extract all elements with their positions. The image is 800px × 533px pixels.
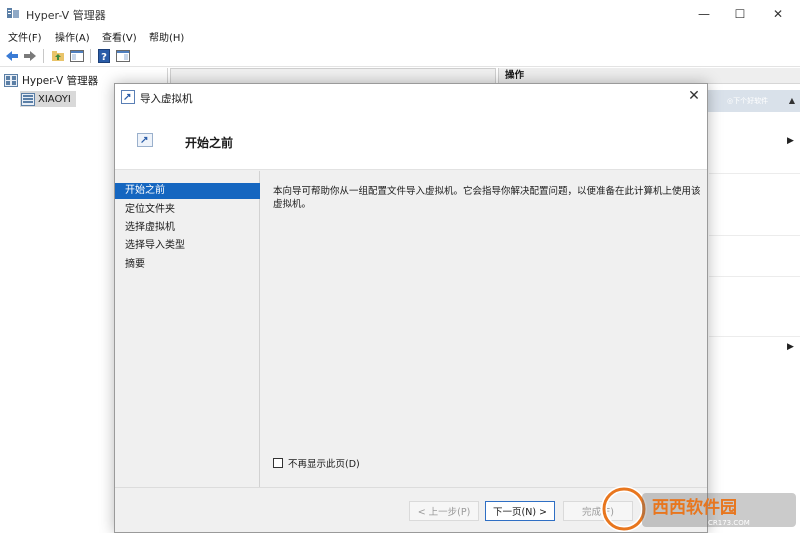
dont-show-again-checkbox[interactable] — [273, 458, 283, 468]
close-icon: ✕ — [772, 6, 784, 21]
tree-item-server[interactable]: XIAOYI — [20, 91, 76, 107]
wizard-steps: 开始之前 定位文件夹 选择虚拟机 选择导入类型 摘要 — [115, 171, 260, 487]
menu-file[interactable]: 文件(F) — [8, 29, 42, 44]
import-vm-icon — [121, 90, 135, 104]
dialog-title-bar: 导入虚拟机 ✕ — [115, 84, 707, 110]
toolbar-separator — [43, 49, 44, 63]
center-pane-header — [170, 68, 496, 84]
forward-button[interactable] — [22, 48, 38, 64]
back-button[interactable] — [4, 48, 20, 64]
toolbar: ? — [0, 45, 800, 67]
help-icon: ? — [98, 49, 110, 63]
wizard-step-select-vm[interactable]: 选择虚拟机 — [115, 220, 260, 236]
toolbar-separator — [90, 49, 91, 63]
wizard-content: 本向导可帮助你从一组配置文件导入虚拟机。它会指导你解决配置问题，以便准备在此计算… — [261, 171, 707, 487]
dont-show-again-option[interactable]: 不再显示此页(D) — [273, 456, 360, 470]
tree-item-hyperv-manager[interactable]: Hyper-V 管理器 — [4, 73, 98, 88]
wizard-step-import-type[interactable]: 选择导入类型 — [115, 238, 260, 254]
tree-child-label: XIAOYI — [38, 93, 71, 105]
wizard-step-before-you-begin[interactable]: 开始之前 — [115, 183, 260, 199]
wizard-step-locate-folder[interactable]: 定位文件夹 — [115, 202, 260, 218]
console-tree-icon — [70, 50, 84, 62]
dont-show-again-label: 不再显示此页(D) — [288, 459, 360, 470]
submenu-arrow-icon[interactable]: ▶ — [787, 342, 794, 352]
back-arrow-icon — [6, 51, 18, 61]
svg-text:?: ? — [101, 52, 107, 63]
actions-header: 操作 — [499, 68, 800, 84]
collapse-caret-icon: ▲ — [788, 96, 795, 105]
menu-help[interactable]: 帮助(H) — [149, 29, 184, 44]
cr173-watermark-logo: 西西软件园 CR173.COM — [601, 486, 796, 532]
title-bar: Hyper-V 管理器 — ☐ ✕ — [0, 0, 800, 27]
wizard-page-title: 开始之前 — [185, 136, 234, 150]
actions-subheader[interactable]: ◎下个好软件 ▲ — [705, 90, 800, 112]
tree-root-label: Hyper-V 管理器 — [22, 75, 99, 87]
divider — [709, 336, 800, 337]
import-vm-dialog: 导入虚拟机 ✕ 开始之前 开始之前 定位文件夹 选择虚拟机 选择导入类型 摘要 … — [114, 83, 708, 533]
folder-up-icon — [52, 51, 64, 61]
wizard-page-icon — [137, 133, 153, 147]
hyperv-manager-icon — [4, 74, 18, 87]
actions-subheader-label: ◎下个好软件 — [727, 97, 769, 105]
maximize-button[interactable]: ☐ — [722, 0, 758, 27]
minimize-icon: — — [698, 6, 710, 21]
console-tree-button[interactable] — [69, 48, 85, 64]
watermark-brand: 西西软件园 — [652, 497, 737, 518]
help-button[interactable]: ? — [96, 48, 112, 64]
wizard-step-summary[interactable]: 摘要 — [115, 257, 260, 273]
dialog-close-button[interactable]: ✕ — [685, 87, 703, 105]
action-pane-button[interactable] — [115, 48, 131, 64]
menu-bar: 文件(F) 操作(A) 查看(V) 帮助(H) — [0, 27, 800, 45]
window-title: Hyper-V 管理器 — [26, 9, 106, 22]
maximize-icon: ☐ — [734, 6, 746, 21]
minimize-button[interactable]: — — [686, 0, 722, 27]
submenu-arrow-icon[interactable]: ▶ — [787, 136, 794, 146]
previous-button[interactable]: < 上一步(P) — [409, 501, 479, 521]
server-icon — [21, 92, 35, 106]
dialog-title: 导入虚拟机 — [140, 93, 193, 105]
forward-arrow-icon — [24, 51, 36, 61]
up-folder-button[interactable] — [50, 48, 66, 64]
hyperv-app-icon — [7, 8, 19, 18]
close-button[interactable]: ✕ — [760, 0, 796, 27]
divider — [709, 276, 800, 277]
next-button[interactable]: 下一页(N) > — [485, 501, 555, 521]
menu-action[interactable]: 操作(A) — [55, 29, 90, 44]
watermark-url: CR173.COM — [708, 519, 750, 527]
wizard-header: 开始之前 — [115, 110, 707, 170]
divider — [709, 173, 800, 174]
action-pane-icon — [116, 50, 130, 62]
wizard-description: 本向导可帮助你从一组配置文件导入虚拟机。它会指导你解决配置问题，以便准备在此计算… — [273, 186, 701, 210]
menu-view[interactable]: 查看(V) — [102, 29, 137, 44]
divider — [709, 235, 800, 236]
close-icon: ✕ — [688, 88, 700, 104]
